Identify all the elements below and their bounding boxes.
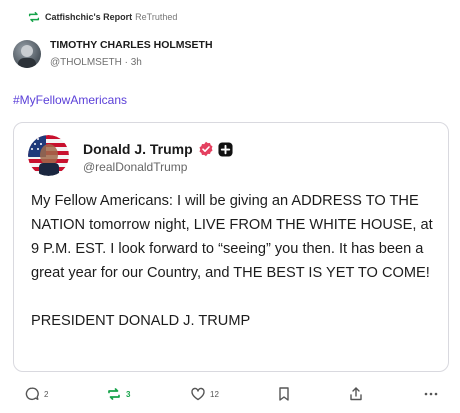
reply-count: 2 xyxy=(44,389,49,399)
like-count: 12 xyxy=(210,389,219,399)
more-icon xyxy=(424,392,438,396)
author-avatar[interactable] xyxy=(13,40,41,68)
share-button[interactable] xyxy=(348,382,364,406)
retruth-label: ReTruthed xyxy=(135,12,178,22)
author-name[interactable]: TIMOTHY CHARLES HOLMSETH xyxy=(50,39,213,51)
bookmark-icon xyxy=(279,387,289,401)
author-handle[interactable]: @THOLMSETH xyxy=(50,57,122,68)
quoted-author-handle[interactable]: @realDonaldTrump xyxy=(83,160,187,174)
plus-badge-icon xyxy=(218,141,233,157)
retruth-icon xyxy=(28,11,40,23)
post-signature: PRESIDENT DONALD J. TRUMP xyxy=(31,313,251,329)
share-icon xyxy=(350,387,362,401)
quoted-name-row: Donald J. Trump xyxy=(83,140,233,158)
retruth-count: 3 xyxy=(126,389,131,399)
post-paragraph: My Fellow Americans: I will be giving an… xyxy=(31,193,433,281)
meta-separator: · xyxy=(124,57,128,68)
like-button[interactable]: 12 xyxy=(190,382,219,406)
retruth-header: Catfishchic's Report ReTruthed xyxy=(28,9,178,25)
reply-button[interactable]: 2 xyxy=(24,382,48,406)
action-bar: 2 3 12 xyxy=(0,382,460,406)
reply-icon xyxy=(25,387,39,401)
quoted-post-card[interactable]: Donald J. Trump @realDonaldTrump My Fell… xyxy=(13,122,449,372)
retruth-user[interactable]: Catfishchic's Report xyxy=(45,12,132,22)
quoted-author-avatar[interactable] xyxy=(28,135,69,176)
post-time[interactable]: 3h xyxy=(131,57,142,68)
quoted-author-name[interactable]: Donald J. Trump xyxy=(83,141,193,157)
more-button[interactable] xyxy=(423,382,439,406)
heart-icon xyxy=(191,387,205,401)
quoted-post-text: My Fellow Americans: I will be giving an… xyxy=(31,189,441,333)
retruth-icon xyxy=(108,388,120,400)
verified-icon xyxy=(199,141,213,157)
hashtag-link[interactable]: #MyFellowAmericans xyxy=(13,93,127,107)
retruth-button[interactable]: 3 xyxy=(106,382,130,406)
author-meta: @THOLMSETH · 3h xyxy=(50,57,142,68)
bookmark-button[interactable] xyxy=(276,382,292,406)
